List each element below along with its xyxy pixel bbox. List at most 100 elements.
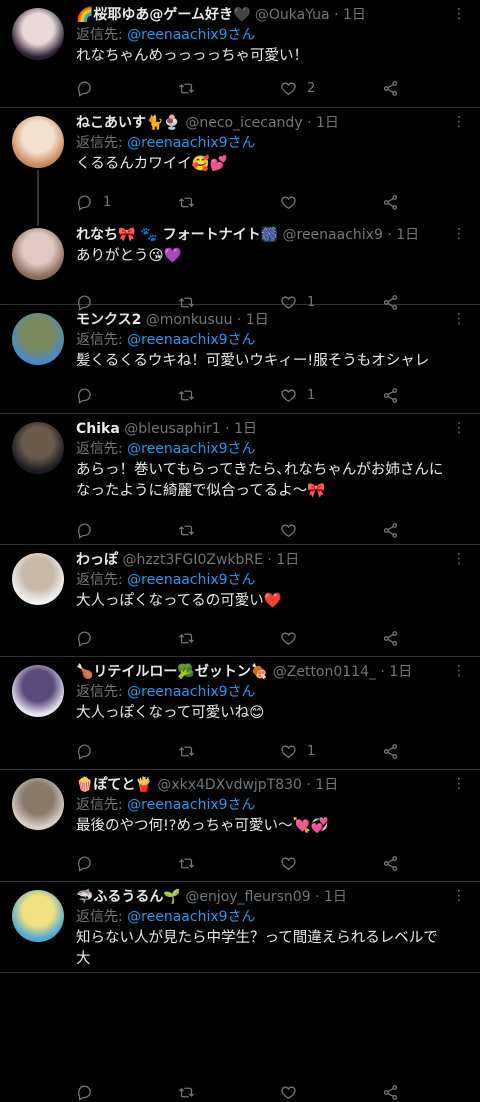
retweet-button[interactable] <box>178 1084 238 1101</box>
like-button[interactable]: 1 <box>280 387 340 404</box>
like-button[interactable]: 2 <box>280 80 340 97</box>
timestamp[interactable]: 1日 <box>316 115 339 131</box>
like-button[interactable]: 1 <box>280 743 340 760</box>
avatar[interactable] <box>12 313 64 365</box>
retweet-button[interactable] <box>178 387 238 404</box>
more-options-icon[interactable]: ⋮ <box>452 420 466 436</box>
more-options-icon[interactable]: ⋮ <box>452 114 466 130</box>
avatar[interactable] <box>12 228 64 280</box>
avatar[interactable] <box>12 422 64 474</box>
display-name[interactable]: ねこあいす🐈🍨 <box>76 115 181 131</box>
share-button[interactable] <box>382 630 402 647</box>
timestamp[interactable]: 1日 <box>234 421 257 437</box>
display-name[interactable]: 🍗リテイルロー🥦ゼットン🍖 <box>76 664 268 680</box>
reply-mention[interactable]: @reenaachix9さん <box>127 135 255 151</box>
like-button[interactable] <box>280 522 340 539</box>
like-button[interactable] <box>280 194 340 211</box>
avatar[interactable] <box>12 890 64 942</box>
user-handle[interactable]: @enjoy_fleursn09 <box>185 889 310 905</box>
display-name[interactable]: れなち🎀 🐾 フォートナイト🎆 <box>76 227 278 243</box>
reply-mention[interactable]: @reenaachix9さん <box>127 441 255 457</box>
timestamp[interactable]: 1日 <box>315 777 338 793</box>
display-name[interactable]: わっぽ <box>76 552 118 568</box>
tweet-header: 🦈ふるうるん🌱 @enjoy_fleursn09 · 1日 <box>76 887 448 907</box>
like-count: 2 <box>307 80 316 96</box>
more-options-icon[interactable]: ⋮ <box>452 226 466 242</box>
reply-mention[interactable]: @reenaachix9さん <box>127 797 255 813</box>
avatar[interactable] <box>12 553 64 605</box>
avatar[interactable] <box>12 8 64 60</box>
timestamp[interactable]: 1日 <box>276 552 299 568</box>
tweet[interactable]: 🍿ぽてと🍟 @xkx4DXvdwjpT830 · 1日 返信先: @reenaa… <box>0 770 480 882</box>
more-options-icon[interactable]: ⋮ <box>452 6 466 22</box>
tweet[interactable]: 🌈桜耶ゆあ@ゲーム好き🖤 @OukaYua · 1日 返信先: @reenaac… <box>0 0 480 108</box>
tweet[interactable]: わっぽ @hzzt3FGI0ZwkbRE · 1日 返信先: @reenaach… <box>0 545 480 657</box>
avatar[interactable] <box>12 778 64 830</box>
reply-mention[interactable]: @reenaachix9さん <box>127 572 255 588</box>
more-options-icon[interactable]: ⋮ <box>452 311 466 327</box>
more-options-icon[interactable]: ⋮ <box>452 888 466 904</box>
reply-button[interactable] <box>76 522 136 539</box>
reply-button[interactable] <box>76 630 136 647</box>
user-handle[interactable]: @neco_icecandy <box>185 115 302 131</box>
timestamp[interactable]: 1日 <box>324 889 347 905</box>
retweet-button[interactable] <box>178 194 238 211</box>
user-handle[interactable]: @reenaachix9 <box>283 227 383 243</box>
reply-mention[interactable]: @reenaachix9さん <box>127 332 255 348</box>
reply-button[interactable] <box>76 855 136 872</box>
share-button[interactable] <box>382 80 402 97</box>
tweet[interactable]: れなち🎀 🐾 フォートナイト🎆 @reenaachix9 · 1日 ありがとう😘… <box>0 220 480 311</box>
timestamp[interactable]: 1日 <box>246 312 269 328</box>
reply-button[interactable] <box>76 80 136 97</box>
tweet[interactable]: ねこあいす🐈🍨 @neco_icecandy · 1日 返信先: @reenaa… <box>0 108 480 226</box>
retweet-button[interactable] <box>178 743 238 760</box>
reply-mention[interactable]: @reenaachix9さん <box>127 909 255 925</box>
avatar[interactable] <box>12 116 64 168</box>
like-button[interactable] <box>280 855 340 872</box>
reply-button[interactable] <box>76 387 136 404</box>
like-button[interactable] <box>280 1084 340 1101</box>
share-button[interactable] <box>382 855 402 872</box>
retweet-button[interactable] <box>178 80 238 97</box>
heart-icon <box>281 632 296 645</box>
display-name[interactable]: 🍿ぽてと🍟 <box>76 777 153 793</box>
heart-icon <box>281 389 296 402</box>
more-options-icon[interactable]: ⋮ <box>452 663 466 679</box>
share-button[interactable] <box>382 387 402 404</box>
tweet-text: 知らない人が見たら中学生？って間違えられるレベルで大 <box>76 930 438 967</box>
avatar[interactable] <box>12 665 64 717</box>
tweet[interactable]: 🍗リテイルロー🥦ゼットン🍖 @Zetton0114_ · 1日 返信先: @re… <box>0 657 480 770</box>
retweet-button[interactable] <box>178 630 238 647</box>
timestamp[interactable]: 1日 <box>389 664 412 680</box>
display-name[interactable]: モンクス2 <box>76 312 141 328</box>
retweet-button[interactable] <box>178 855 238 872</box>
user-handle[interactable]: @bleusaphir1 <box>124 421 220 437</box>
share-button[interactable] <box>382 743 402 760</box>
more-options-icon[interactable]: ⋮ <box>452 776 466 792</box>
user-handle[interactable]: @xkx4DXvdwjpT830 <box>157 777 302 793</box>
more-options-icon[interactable]: ⋮ <box>452 551 466 567</box>
user-handle[interactable]: @Zetton0114_ <box>273 664 376 680</box>
reply-button[interactable] <box>76 1084 136 1101</box>
tweet[interactable]: モンクス2 @monkusuu · 1日 返信先: @reenaachix9さん… <box>0 305 480 414</box>
user-handle[interactable]: @OukaYua <box>255 7 330 23</box>
tweet[interactable]: Chika @bleusaphir1 · 1日 返信先: @reenaachix… <box>0 414 480 545</box>
tweet[interactable]: 🦈ふるうるん🌱 @enjoy_fleursn09 · 1日 返信先: @reen… <box>0 882 480 1101</box>
timestamp[interactable]: 1日 <box>343 7 366 23</box>
reply-mention[interactable]: @reenaachix9さん <box>127 684 255 700</box>
user-handle[interactable]: @hzzt3FGI0ZwkbRE <box>122 552 263 568</box>
share-button[interactable] <box>382 1084 402 1101</box>
user-handle[interactable]: @monkusuu <box>146 312 233 328</box>
like-button[interactable] <box>280 630 340 647</box>
reply-context: 返信先: @reenaachix9さん <box>76 25 448 45</box>
share-button[interactable] <box>382 522 402 539</box>
display-name[interactable]: 🦈ふるうるん🌱 <box>76 889 181 905</box>
reply-mention[interactable]: @reenaachix9さん <box>127 27 255 43</box>
display-name[interactable]: 🌈桜耶ゆあ@ゲーム好き🖤 <box>76 7 250 23</box>
timestamp[interactable]: 1日 <box>396 227 419 243</box>
share-button[interactable] <box>382 194 402 211</box>
reply-button[interactable] <box>76 743 136 760</box>
reply-button[interactable]: 1 <box>76 194 136 211</box>
display-name[interactable]: Chika <box>76 421 120 437</box>
retweet-button[interactable] <box>178 522 238 539</box>
